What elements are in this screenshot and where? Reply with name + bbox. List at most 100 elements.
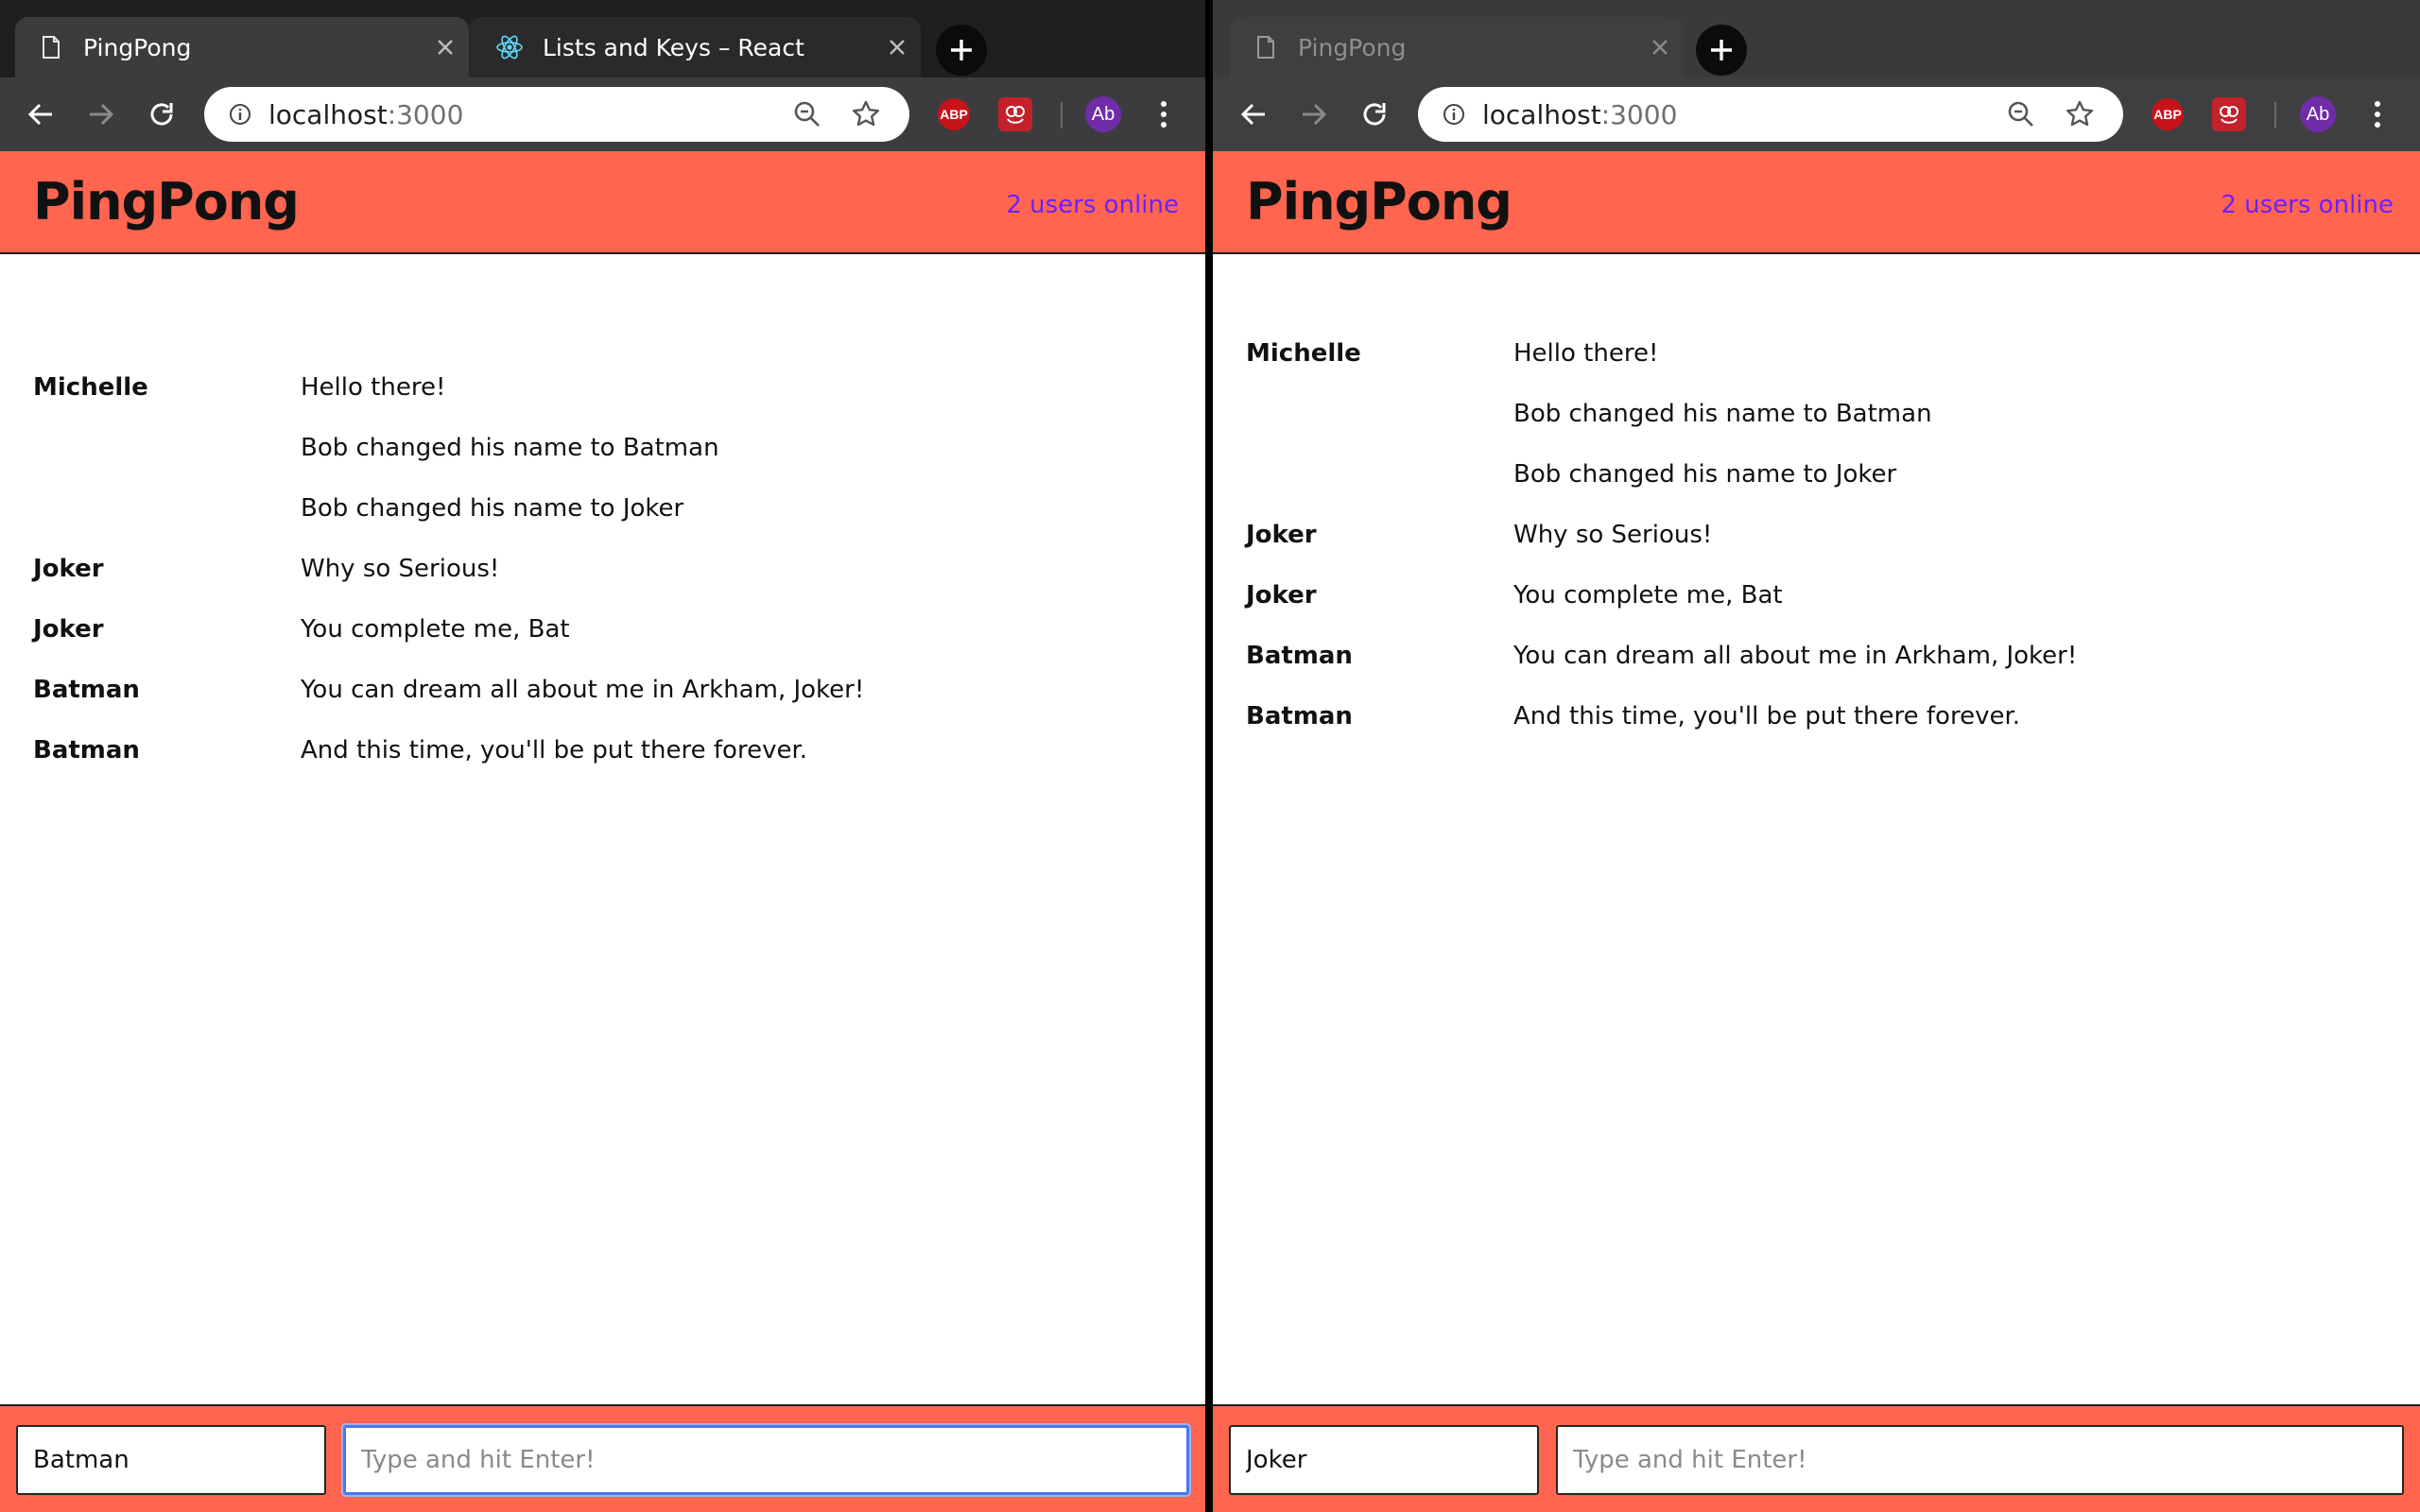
reload-button[interactable] xyxy=(1357,96,1392,132)
profile-avatar[interactable]: Ab xyxy=(2300,96,2336,132)
profile-initials: Ab xyxy=(1091,103,1115,125)
info-icon[interactable] xyxy=(1443,103,1465,126)
tab-title: Lists and Keys – React xyxy=(543,33,804,61)
forward-arrow-icon xyxy=(1303,103,1327,126)
message-row: Bob changed his name to Batman xyxy=(0,424,1205,485)
url-text[interactable]: localhost:3000 xyxy=(268,99,792,130)
close-icon[interactable] xyxy=(1650,37,1670,58)
forward-arrow-icon xyxy=(90,103,114,126)
react-icon xyxy=(496,35,523,60)
message-text: Hello there! xyxy=(301,373,446,402)
pokemon-extension-icon[interactable] xyxy=(998,97,1032,131)
profile-avatar[interactable]: Ab xyxy=(1085,96,1121,132)
reload-icon xyxy=(1363,103,1386,126)
reload-button[interactable] xyxy=(144,96,180,132)
tab-pingpong[interactable]: PingPong xyxy=(15,17,469,77)
message-row: Bob changed his name to Batman xyxy=(1213,390,2420,451)
message-author: Batman xyxy=(1246,642,1353,670)
message-author: Joker xyxy=(1246,581,1317,610)
message-author: Batman xyxy=(1246,702,1353,730)
bookmark-star-icon[interactable] xyxy=(2065,99,2095,129)
tab-strip: PingPong Lists and Keys – React xyxy=(0,0,1205,77)
message-text: Bob changed his name to Batman xyxy=(301,434,719,462)
message-text: Bob changed his name to Joker xyxy=(1513,460,1897,489)
bookmark-star-icon[interactable] xyxy=(851,99,881,129)
toolbar-separator xyxy=(1061,102,1063,129)
url-port: :3000 xyxy=(387,98,464,130)
message-text: Why so Serious! xyxy=(1513,521,1713,549)
app-title: PingPong xyxy=(1246,172,1512,232)
message-row: Batman And this time, you'll be put ther… xyxy=(1213,693,2420,753)
back-button[interactable] xyxy=(23,96,59,132)
toolbar-separator xyxy=(2274,102,2276,129)
message-author: Joker xyxy=(1246,521,1317,549)
message-text: You can dream all about me in Arkham, Jo… xyxy=(1513,642,2078,670)
message-row: Batman You can dream all about me in Ark… xyxy=(1213,632,2420,693)
message-author: Michelle xyxy=(33,373,148,402)
page-content: PingPong 2 users online Michelle Hello t… xyxy=(1213,151,2420,1512)
zoom-out-icon[interactable] xyxy=(2006,99,2036,129)
message-row: Batman You can dream all about me in Ark… xyxy=(0,666,1205,727)
tab-title: PingPong xyxy=(83,33,192,61)
forward-button[interactable] xyxy=(1296,96,1332,132)
message-row: Bob changed his name to Joker xyxy=(1213,451,2420,511)
message-author: Michelle xyxy=(1246,339,1361,368)
message-text: And this time, you'll be put there forev… xyxy=(1513,702,2021,730)
url-host: localhost xyxy=(1482,98,1601,130)
new-tab-button[interactable] xyxy=(1696,25,1747,76)
username-input[interactable] xyxy=(16,1425,326,1495)
message-author: Batman xyxy=(33,676,140,704)
url-text[interactable]: localhost:3000 xyxy=(1482,99,2006,130)
menu-button[interactable] xyxy=(1146,96,1182,132)
creature-icon xyxy=(2220,106,2238,124)
new-tab-button[interactable] xyxy=(936,25,987,76)
browser-toolbar: localhost:3000 ABP Ab xyxy=(1213,77,2420,151)
username-input[interactable] xyxy=(1229,1425,1539,1495)
document-icon xyxy=(43,36,60,59)
app-header: PingPong 2 users online xyxy=(1213,151,2420,254)
message-author: Batman xyxy=(33,736,140,765)
browser-window-right: PingPong localhost:3000 ABP Ab PingPong … xyxy=(1213,0,2420,1512)
back-button[interactable] xyxy=(1236,96,1271,132)
message-row: Bob changed his name to Joker xyxy=(0,485,1205,545)
message-row: Joker You complete me, Bat xyxy=(0,606,1205,666)
message-list: Michelle Hello there! Bob changed his na… xyxy=(0,364,1205,787)
composer-footer xyxy=(0,1404,1205,1512)
online-users-status: 2 users online xyxy=(1006,191,1179,219)
message-text: You complete me, Bat xyxy=(301,615,570,644)
message-row: Joker You complete me, Bat xyxy=(1213,572,2420,632)
message-author: Joker xyxy=(33,615,104,644)
reload-icon xyxy=(150,103,173,126)
tab-title: PingPong xyxy=(1298,33,1407,61)
address-bar[interactable]: localhost:3000 xyxy=(1418,87,2123,142)
app-title: PingPong xyxy=(33,172,300,232)
message-author: Joker xyxy=(33,555,104,583)
adblock-extension-icon[interactable]: ABP xyxy=(2152,98,2184,130)
app-header: PingPong 2 users online xyxy=(0,151,1205,254)
message-text: Bob changed his name to Batman xyxy=(1513,400,1932,428)
tab-strip: PingPong xyxy=(1213,0,2420,77)
menu-button[interactable] xyxy=(2360,96,2395,132)
info-icon[interactable] xyxy=(229,103,251,126)
message-input[interactable] xyxy=(1556,1425,2404,1495)
online-users-status: 2 users online xyxy=(2221,191,2394,219)
adblock-extension-icon[interactable]: ABP xyxy=(938,98,970,130)
message-row: Joker Why so Serious! xyxy=(0,545,1205,606)
address-bar[interactable]: localhost:3000 xyxy=(204,87,909,142)
zoom-out-icon[interactable] xyxy=(792,99,822,129)
back-arrow-icon xyxy=(27,103,52,126)
page-content: PingPong 2 users online Michelle Hello t… xyxy=(0,151,1205,1512)
tab-lists-and-keys[interactable]: Lists and Keys – React xyxy=(469,17,921,77)
abp-label: ABP xyxy=(2153,107,2182,122)
close-icon[interactable] xyxy=(435,37,456,58)
close-icon[interactable] xyxy=(887,37,908,58)
message-text: Hello there! xyxy=(1513,339,1659,368)
message-input[interactable] xyxy=(343,1425,1189,1495)
tab-pingpong[interactable]: PingPong xyxy=(1230,17,1684,77)
pokemon-extension-icon[interactable] xyxy=(2212,97,2246,131)
plus-icon xyxy=(951,40,972,60)
forward-button[interactable] xyxy=(83,96,119,132)
message-text: And this time, you'll be put there forev… xyxy=(301,736,808,765)
message-text: You can dream all about me in Arkham, Jo… xyxy=(301,676,865,704)
kebab-menu-icon xyxy=(1161,101,1167,128)
